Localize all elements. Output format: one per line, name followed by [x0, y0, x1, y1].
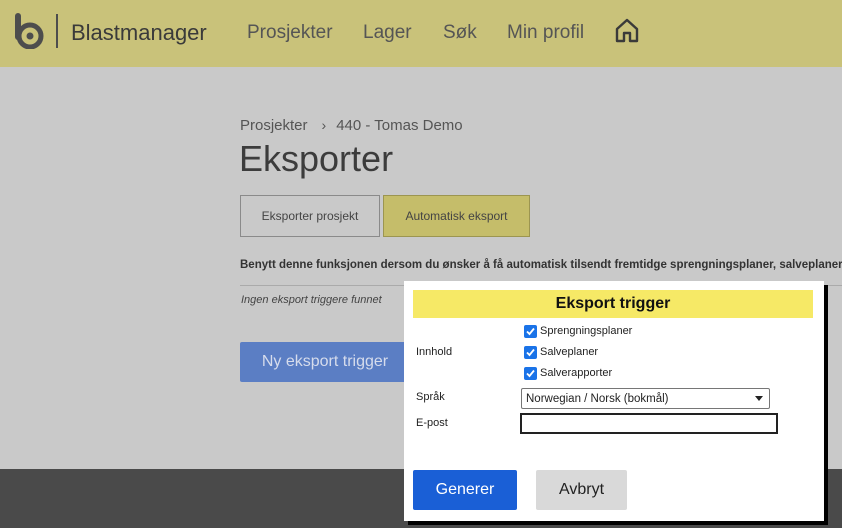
nav-lager[interactable]: Lager: [363, 22, 412, 44]
nav-prosjekter[interactable]: Prosjekter: [247, 22, 333, 44]
chevron-right-icon: ›: [321, 117, 327, 133]
checkbox-salveplaner[interactable]: Salveplaner: [524, 344, 598, 360]
home-icon[interactable]: [614, 17, 640, 43]
page-title: Eksporter: [239, 138, 394, 179]
nav-min-profil[interactable]: Min profil: [507, 22, 584, 44]
tab-eksporter-prosjekt[interactable]: Eksporter prosjekt: [240, 195, 380, 237]
checkbox-checked-icon[interactable]: [524, 345, 537, 359]
top-navbar: Blastmanager Prosjekter Lager Søk Min pr…: [0, 0, 842, 67]
email-label: E-post: [416, 417, 448, 429]
language-select[interactable]: Norwegian / Norsk (bokmål): [521, 388, 770, 409]
content-label: Innhold: [416, 346, 453, 358]
new-export-trigger-button[interactable]: Ny eksport trigger: [240, 342, 410, 382]
checkbox-label: Salverapporter: [540, 367, 613, 379]
brand-name[interactable]: Blastmanager: [71, 20, 207, 46]
checkbox-label: Salveplaner: [540, 346, 599, 358]
tab-automatisk-eksport[interactable]: Automatisk eksport: [383, 195, 530, 237]
breadcrumb-project[interactable]: 440 - Tomas Demo: [336, 117, 462, 134]
blastmanager-logo-icon[interactable]: [12, 13, 46, 49]
checkbox-checked-icon[interactable]: [524, 324, 537, 338]
checkbox-sprengningsplaner[interactable]: Sprengningsplaner: [524, 323, 632, 339]
breadcrumb: Prosjekter › 440 - Tomas Demo: [240, 117, 463, 134]
breadcrumb-prosjekter[interactable]: Prosjekter: [240, 117, 308, 134]
language-select-value: Norwegian / Norsk (bokmål): [526, 392, 669, 405]
dialog-title: Eksport trigger: [413, 290, 813, 318]
checkbox-salverapporter[interactable]: Salverapporter: [524, 365, 612, 381]
checkbox-checked-icon[interactable]: [524, 366, 537, 380]
logo-divider: [56, 14, 58, 48]
description-text: Benytt denne funksjonen dersom du ønsker…: [240, 259, 842, 271]
export-trigger-dialog: Eksport trigger Innhold Sprengningsplane…: [404, 281, 824, 521]
dropdown-caret-icon: [755, 396, 763, 401]
nav-sok[interactable]: Søk: [443, 22, 477, 44]
empty-state-note: Ingen eksport triggere funnet: [241, 294, 382, 306]
checkbox-label: Sprengningsplaner: [540, 325, 633, 337]
language-label: Språk: [416, 391, 445, 403]
cancel-button[interactable]: Avbryt: [536, 470, 627, 510]
generate-button[interactable]: Generer: [413, 470, 517, 510]
email-field[interactable]: [520, 413, 778, 434]
